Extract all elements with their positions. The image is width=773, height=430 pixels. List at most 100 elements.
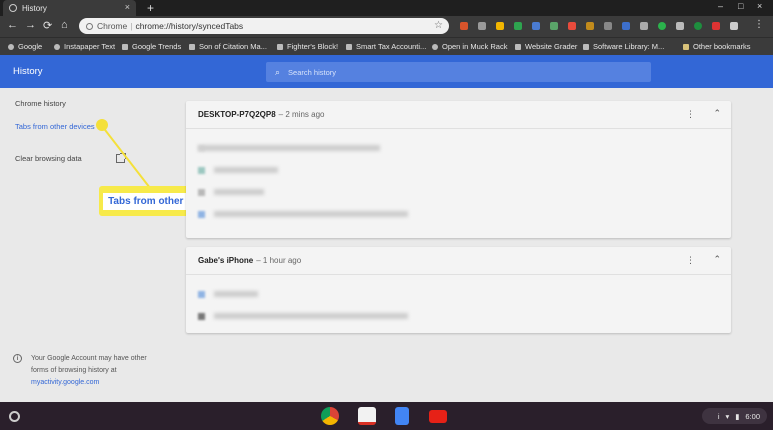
bookmark-favicon-icon [189, 43, 195, 50]
extension-icon[interactable] [586, 22, 594, 30]
chromeos-shelf: i ▾ ▮ 6:00 [0, 402, 773, 430]
chrome-app-icon[interactable] [321, 407, 339, 425]
sidebar-item-chrome-history[interactable]: Chrome history [15, 99, 66, 108]
external-link-icon [116, 153, 126, 163]
info-icon: i [13, 354, 22, 363]
extension-icon[interactable] [460, 22, 468, 30]
tab-history[interactable]: History × [3, 0, 136, 16]
synced-tab-row[interactable] [186, 305, 731, 327]
bookmark-item[interactable]: Fighter's Block! [277, 42, 338, 51]
search-icon: ⌕ [275, 66, 281, 77]
address-separator: | [130, 21, 133, 31]
new-tab-button[interactable]: + [147, 1, 154, 15]
minimize-button[interactable]: – [718, 1, 723, 11]
back-button[interactable]: ← [7, 19, 18, 31]
account-footnote: Your Google Account may have other forms… [31, 353, 151, 389]
forward-button[interactable]: → [25, 19, 36, 31]
bookmark-favicon-icon [54, 43, 60, 50]
secure-icon [86, 22, 93, 30]
tab-close-icon[interactable]: × [125, 2, 130, 12]
launcher-icon[interactable] [9, 411, 20, 422]
bookmark-item[interactable]: Smart Tax Accounti... [346, 42, 426, 51]
extension-icon[interactable] [676, 22, 684, 30]
wifi-icon: ▾ [725, 411, 730, 421]
favicon-icon [198, 291, 205, 298]
extension-icon[interactable] [694, 22, 702, 30]
home-button[interactable]: ⌂ [61, 19, 68, 31]
extension-icon[interactable] [550, 22, 558, 30]
synced-tab-row[interactable] [186, 137, 731, 159]
bookmark-favicon-icon [515, 43, 521, 50]
extension-icon[interactable] [658, 22, 666, 30]
extension-icon[interactable] [640, 22, 648, 30]
redacted-tab-title [214, 211, 408, 217]
favicon-icon [198, 167, 205, 174]
myactivity-link[interactable]: myactivity.google.com [31, 379, 99, 386]
google-icon [8, 43, 14, 50]
device-sync-time: – 2 mins ago [278, 110, 325, 119]
page-title: History [13, 66, 43, 77]
synced-tab-row[interactable] [186, 283, 731, 305]
address-host: Chrome [97, 21, 128, 31]
tab-title: History [22, 3, 47, 13]
collapse-icon[interactable]: ⌃ [713, 254, 721, 265]
address-bar[interactable]: Chrome | chrome://history/syncedTabs ☆ [79, 18, 449, 34]
extension-icon[interactable] [604, 22, 612, 30]
bookmark-item[interactable]: Google Trends [122, 42, 181, 51]
gmail-app-icon[interactable] [358, 407, 376, 425]
collapse-icon[interactable]: ⌃ [713, 108, 721, 119]
reload-button[interactable]: ⟳ [43, 19, 52, 32]
extension-icon[interactable] [622, 22, 630, 30]
bookmark-item[interactable]: Son of Citation Ma... [189, 42, 267, 51]
device-card: DESKTOP-P7Q2QP8 – 2 mins ago ⋮ ⌃ [186, 101, 731, 238]
bookmark-favicon-icon [432, 43, 438, 50]
youtube-app-icon[interactable] [429, 410, 447, 423]
bookmark-item[interactable]: Google [8, 42, 42, 51]
bookmark-favicon-icon [346, 43, 352, 50]
device-card-header: Gabe's iPhone – 1 hour ago ⋮ ⌃ [186, 247, 731, 275]
redacted-tab-title [214, 167, 278, 173]
extension-icon[interactable] [730, 22, 738, 30]
more-actions-icon[interactable]: ⋮ [686, 109, 695, 120]
synced-tab-row[interactable] [186, 159, 731, 181]
bookmark-item[interactable]: Software Library: M... [583, 42, 664, 51]
device-card-header: DESKTOP-P7Q2QP8 – 2 mins ago ⋮ ⌃ [186, 101, 731, 129]
device-name: DESKTOP-P7Q2QP8 [198, 110, 276, 119]
status-tray[interactable]: i ▾ ▮ 6:00 [702, 408, 767, 424]
extension-icon[interactable] [496, 22, 504, 30]
close-window-button[interactable]: × [757, 1, 762, 11]
device-card: Gabe's iPhone – 1 hour ago ⋮ ⌃ [186, 247, 731, 333]
tab-strip: History × + – □ × [0, 0, 773, 16]
bookmark-star-icon[interactable]: ☆ [434, 20, 443, 31]
bookmark-item[interactable]: Website Grader [515, 42, 577, 51]
synced-tab-row[interactable] [186, 181, 731, 203]
other-bookmarks[interactable]: Other bookmarks [683, 42, 751, 51]
browser-toolbar: ← → ⟳ ⌂ Chrome | chrome://history/synced… [0, 16, 773, 37]
search-input[interactable] [288, 67, 589, 77]
redacted-tab-title [198, 145, 380, 151]
bookmark-item[interactable]: Open in Muck Rack [432, 42, 507, 51]
footnote-text: Your Google Account may have other forms… [31, 355, 147, 374]
redacted-tab-title [214, 313, 408, 319]
extension-icon[interactable] [532, 22, 540, 30]
search-box[interactable]: ⌕ [266, 62, 651, 82]
folder-icon [683, 43, 689, 50]
extension-icon[interactable] [514, 22, 522, 30]
extension-icon[interactable] [568, 22, 576, 30]
bookmark-item[interactable]: Instapaper Text [54, 42, 115, 51]
trends-icon [122, 43, 128, 50]
docs-app-icon[interactable] [395, 407, 409, 425]
bookmark-favicon-icon [583, 43, 589, 50]
redacted-tab-title [214, 291, 258, 297]
favicon-icon [198, 189, 205, 196]
more-actions-icon[interactable]: ⋮ [686, 255, 695, 266]
maximize-button[interactable]: □ [738, 1, 743, 11]
synced-tab-row[interactable] [186, 203, 731, 225]
sidebar-item-tabs-from-other-devices[interactable]: Tabs from other devices [15, 122, 95, 131]
sidebar-item-clear-browsing-data[interactable]: Clear browsing data [15, 154, 82, 163]
menu-icon[interactable]: ⋮ [754, 19, 764, 30]
history-header: History ⌕ [0, 55, 773, 88]
extension-icon[interactable] [478, 22, 486, 30]
extension-icon[interactable] [712, 22, 720, 30]
address-url: chrome://history/syncedTabs [135, 21, 244, 31]
